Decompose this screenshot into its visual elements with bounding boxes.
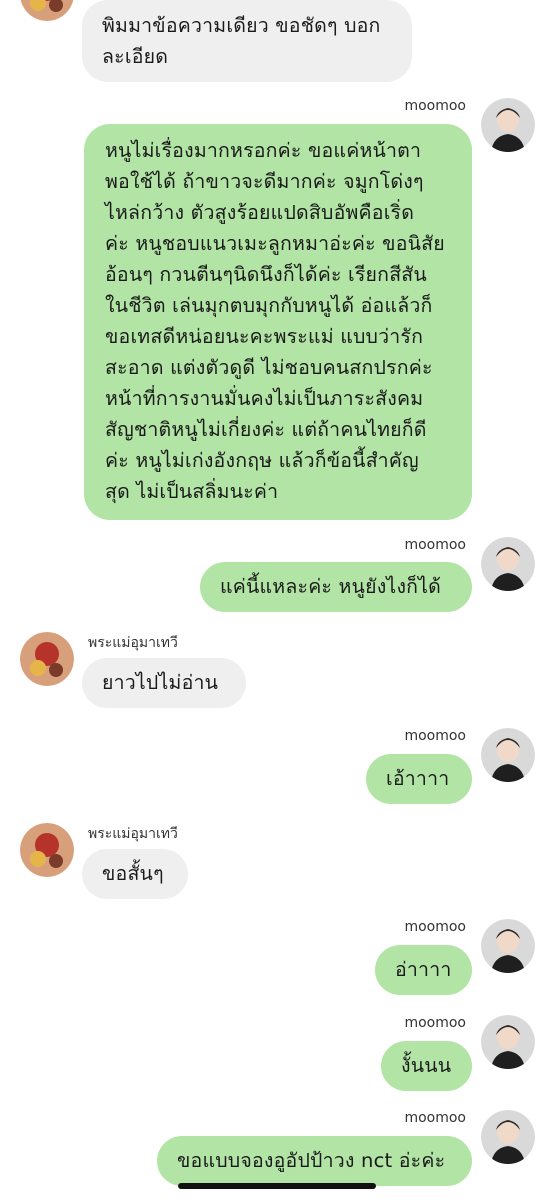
home-indicator[interactable] [178, 1183, 376, 1189]
message-text: ยาวไปไม่อ่าน [102, 671, 219, 694]
message-bubble[interactable]: ยาวไปไม่อ่าน [82, 658, 246, 708]
message-bubble[interactable]: แค่นี้แหละค่ะ หนูยังไงก็ได้ [200, 562, 472, 612]
sender-avatar[interactable] [481, 728, 535, 782]
message-text-line: ขอเทสดีหน่อยนะคะพระแม่ แบบว่ารัก [105, 325, 424, 348]
sender-name: moomoo [404, 1015, 466, 1031]
sender-name: moomoo [404, 1110, 466, 1126]
message-text-line: ไหล่กว้าง ตัวสูงร้อยแปดสิบอัพคือเริ่ด [105, 201, 415, 224]
sender-avatar[interactable] [20, 823, 74, 877]
message-text-line: พิมมาข้อความเดียว ขอชัดๆ บอก [102, 14, 381, 37]
message-bubble[interactable]: หนูไม่เรื่องมากหรอกค่ะ ขอแค่หน้าตา พอใช้… [84, 124, 472, 520]
sender-name: moomoo [404, 728, 466, 744]
message-text-line: หน้าที่การงานมั่นคงไม่เป็นภาระสังคม [105, 387, 424, 410]
sender-avatar[interactable] [481, 537, 535, 591]
message-text-line: ค่ะ หนูชอบแนวเมะลูกหมาอ่ะค่ะ ขอนิสัย [105, 232, 445, 255]
sender-avatar[interactable] [20, 632, 74, 686]
message-bubble[interactable]: ขอแบบจองอูอัปป้าวง nct อ่ะค่ะ [157, 1136, 472, 1186]
sender-name: moomoo [404, 537, 466, 553]
sender-name: พระแม่อุมาเทวี [88, 826, 178, 842]
message-bubble[interactable]: อ่าาาา [375, 945, 472, 995]
message-text-line: ละเอียด [102, 45, 169, 68]
message-text-line: หนูไม่เรื่องมากหรอกค่ะ ขอแค่หน้าตา [105, 139, 422, 162]
message-text: อ่าาาา [395, 958, 452, 981]
message-bubble[interactable]: งั้นนน [381, 1041, 472, 1091]
message-text: งั้นนน [401, 1054, 452, 1077]
message-bubble[interactable]: พิมมาข้อความเดียว ขอชัดๆ บอก ละเอียด [82, 0, 412, 82]
sender-name: พระแม่อุมาเทวี [88, 635, 178, 651]
sender-name: moomoo [404, 919, 466, 935]
message-text-line: สัญชาติหนูไม่เกี่ยงค่ะ แต่ถ้าคนไทยก็ดี [105, 418, 427, 441]
message-text: แค่นี้แหละค่ะ หนูยังไงก็ได้ [220, 575, 442, 598]
sender-avatar[interactable] [20, 0, 74, 21]
message-text-line: สะอาด แต่งตัวดูดี ไม่ชอบคนสกปรกค่ะ [105, 356, 433, 379]
message-bubble[interactable]: เอ้าาาา [366, 754, 472, 804]
chat-thread: พิมมาข้อความเดียว ขอชัดๆ บอก ละเอียด moo… [0, 0, 554, 1200]
message-text-line: สุด ไม่เป็นสลิ่มนะค่า [105, 480, 279, 503]
sender-avatar[interactable] [481, 1110, 535, 1164]
message-text-line: ค่ะ หนูไม่เก่งอังกฤษ แล้วก็ข้อนี้สำคัญ [105, 449, 419, 472]
message-text-line: พอใช้ได้ ถ้าขาวจะดีมากค่ะ จมูกโด่งๆ [105, 170, 424, 193]
sender-avatar[interactable] [481, 1015, 535, 1069]
sender-avatar[interactable] [481, 98, 535, 152]
message-text-line: ในชีวิต เล่นมุกตบมุกกับหนูได้ อ่อแล้วก็ [105, 294, 433, 317]
sender-name: moomoo [404, 98, 466, 114]
sender-avatar[interactable] [481, 919, 535, 973]
message-bubble[interactable]: ขอสั้นๆ [82, 849, 188, 899]
message-text: ขอแบบจองอูอัปป้าวง nct อ่ะค่ะ [177, 1149, 446, 1172]
message-text-line: อ้อนๆ กวนตีนๆนิดนึงก็ได้ค่ะ เรียกสีสัน [105, 263, 427, 286]
message-text: เอ้าาาา [386, 767, 450, 790]
message-text: ขอสั้นๆ [102, 862, 164, 885]
